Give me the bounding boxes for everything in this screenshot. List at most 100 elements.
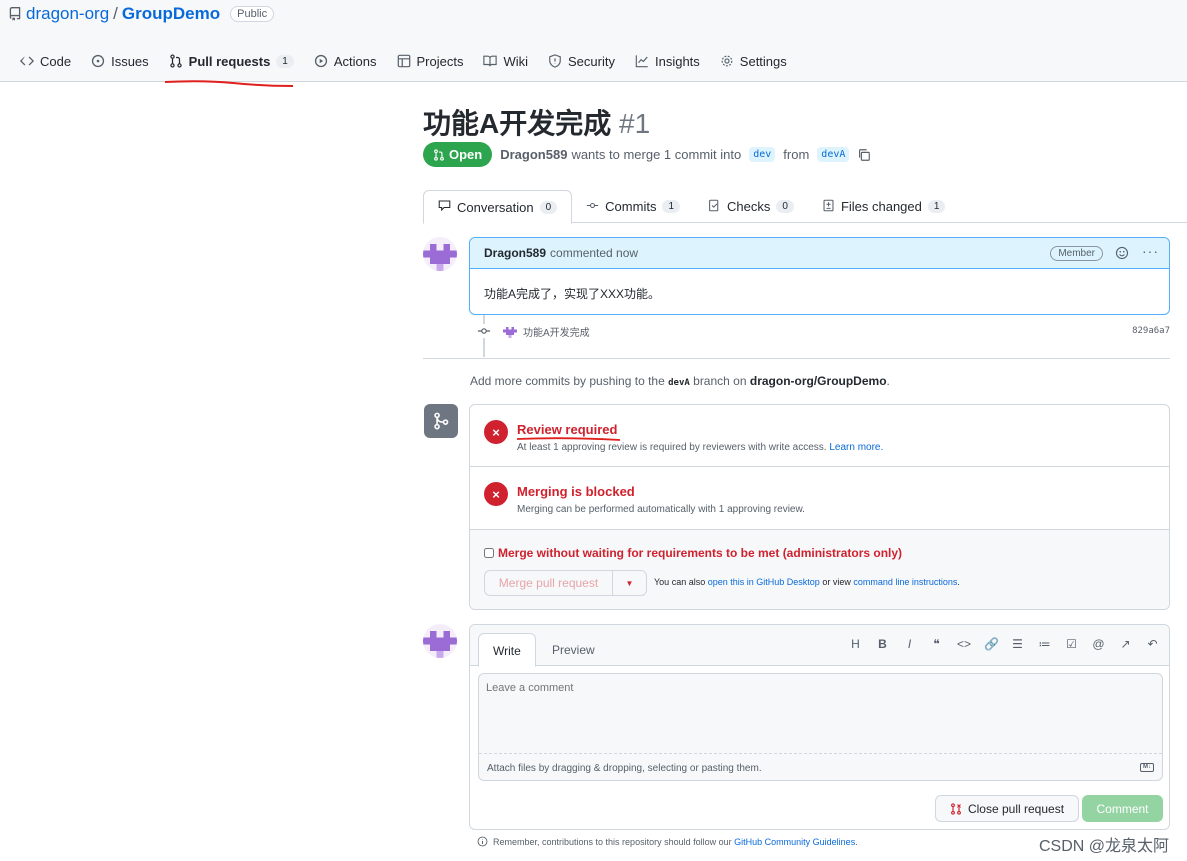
- repo-icon: [9, 7, 21, 21]
- copy-icon[interactable]: [857, 148, 871, 162]
- pr-author-link[interactable]: Dragon589: [500, 147, 567, 162]
- comment-button[interactable]: Comment: [1082, 795, 1163, 822]
- play-icon: [314, 54, 328, 68]
- markdown-icon: M↓: [1140, 763, 1154, 772]
- open-desktop-link[interactable]: open this in GitHub Desktop: [708, 577, 820, 587]
- tasklist-icon[interactable]: ☑: [1065, 637, 1078, 651]
- repo-name-link[interactable]: GroupDemo: [122, 4, 220, 24]
- nav-security[interactable]: Security: [538, 50, 625, 73]
- guidelines-suffix: .: [855, 836, 858, 847]
- nav-pull-requests-label: Pull requests: [188, 53, 271, 69]
- nav-projects[interactable]: Projects: [387, 50, 474, 73]
- tab-conversation-count: 0: [539, 200, 558, 214]
- also-suffix: .: [957, 577, 960, 587]
- community-guidelines-link[interactable]: GitHub Community Guidelines: [734, 837, 855, 847]
- code-icon[interactable]: <>: [957, 637, 971, 651]
- pr-title: 功能A开发完成 #1: [423, 102, 650, 142]
- push-note: Add more commits by pushing to the devA …: [470, 374, 890, 388]
- pull-request-closed-icon: [950, 802, 962, 815]
- comment-author-link[interactable]: Dragon589: [484, 246, 546, 260]
- gear-icon: [720, 54, 734, 68]
- quote-icon[interactable]: ❝: [930, 637, 943, 651]
- commit-author-avatar[interactable]: [503, 324, 517, 338]
- mention-icon[interactable]: @: [1092, 637, 1105, 651]
- head-branch[interactable]: devA: [817, 147, 850, 162]
- ordered-list-icon[interactable]: ≔: [1038, 637, 1051, 651]
- bypass-rules-text: Merge without waiting for requirements t…: [498, 546, 903, 560]
- comment-textarea[interactable]: [479, 674, 1162, 754]
- push-note-branch: devA: [668, 378, 690, 388]
- nav-issues[interactable]: Issues: [81, 50, 159, 73]
- commit-icon: [477, 324, 491, 338]
- shield-icon: [548, 54, 562, 68]
- cross-reference-icon[interactable]: ↗: [1119, 637, 1132, 651]
- close-pull-request-button[interactable]: Close pull request: [935, 795, 1079, 822]
- nav-code[interactable]: Code: [10, 50, 81, 73]
- link-icon[interactable]: 🔗: [984, 637, 999, 651]
- avatar[interactable]: [423, 624, 457, 658]
- table-icon: [397, 54, 411, 68]
- pr-merge-text: wants to merge 1 commit into: [571, 147, 742, 162]
- also-prefix: You can also: [654, 577, 706, 587]
- cli-instructions-link[interactable]: command line instructions: [853, 577, 957, 587]
- repo-owner-link[interactable]: dragon-org: [26, 4, 109, 24]
- commit-icon: [586, 199, 599, 215]
- comment-icon: [438, 199, 451, 215]
- git-merge-icon: [424, 404, 458, 438]
- comment-area: Attach files by dragging & dropping, sel…: [478, 673, 1163, 781]
- unordered-list-icon[interactable]: ☰: [1011, 637, 1024, 651]
- base-branch[interactable]: dev: [749, 147, 776, 162]
- push-note-suffix: .: [886, 374, 890, 388]
- composer-header: Write Preview H B I ❝ <> 🔗 ☰ ≔ ☑ @ ↗ ↶: [470, 625, 1169, 667]
- tab-checks-label: Checks: [727, 199, 771, 214]
- pr-from-text: from: [783, 147, 810, 162]
- handwritten-underline: [164, 80, 294, 87]
- tab-files-changed-label: Files changed: [840, 199, 922, 214]
- issue-icon: [91, 54, 105, 68]
- chevron-down-icon[interactable]: ▼: [613, 571, 646, 595]
- bold-icon[interactable]: B: [876, 637, 889, 651]
- push-note-middle: branch on: [693, 374, 747, 388]
- kebab-icon[interactable]: ···: [1142, 243, 1159, 259]
- watermark: CSDN @龙泉太阿: [1038, 838, 1169, 855]
- commit-message-link[interactable]: 功能A开发完成: [523, 324, 590, 339]
- merge-footer: Merge without waiting for requirements t…: [470, 530, 1169, 609]
- review-required-desc-text: At least 1 approving review is required …: [517, 442, 827, 453]
- preview-tab[interactable]: Preview: [538, 633, 609, 667]
- write-tab[interactable]: Write: [478, 633, 536, 667]
- pr-state-badge: Open: [423, 142, 493, 167]
- tab-commits-label: Commits: [605, 199, 657, 214]
- tab-checks[interactable]: Checks 0: [694, 190, 808, 223]
- pr-state-label: Open: [449, 147, 483, 162]
- review-required-item: × Review required At least 1 approving r…: [470, 405, 1169, 467]
- smiley-icon[interactable]: [1115, 246, 1129, 263]
- nav-settings[interactable]: Settings: [710, 50, 797, 73]
- nav-wiki-label: Wiki: [503, 53, 529, 69]
- tab-conversation[interactable]: Conversation 0: [423, 190, 573, 224]
- comment-time[interactable]: commented now: [550, 246, 638, 260]
- tab-commits[interactable]: Commits 1: [572, 190, 694, 223]
- learn-more-link[interactable]: Learn more.: [829, 442, 883, 453]
- pull-request-icon: [169, 54, 183, 68]
- merging-blocked-item: × Merging is blocked Merging can be perf…: [470, 468, 1169, 530]
- merging-blocked-desc: Merging can be performed automatically w…: [517, 504, 805, 515]
- avatar[interactable]: [423, 237, 457, 271]
- tab-files-changed[interactable]: Files changed 1: [808, 190, 960, 223]
- merge-box: × Review required At least 1 approving r…: [469, 404, 1170, 610]
- reply-icon[interactable]: ↶: [1146, 637, 1159, 651]
- italic-icon[interactable]: I: [903, 637, 916, 651]
- attach-files-hint[interactable]: Attach files by dragging & dropping, sel…: [487, 763, 762, 774]
- nav-actions[interactable]: Actions: [304, 50, 387, 73]
- tab-conversation-label: Conversation: [457, 199, 534, 215]
- nav-wiki[interactable]: Wiki: [473, 50, 538, 73]
- commit-sha-link[interactable]: 829a6a7: [1132, 326, 1170, 336]
- bypass-rules-checkbox[interactable]: [484, 548, 494, 558]
- guidelines-prefix: Remember, contributions to this reposito…: [493, 836, 732, 847]
- merge-button-group: Merge pull request ▼: [484, 570, 647, 596]
- nav-insights[interactable]: Insights: [625, 50, 710, 73]
- merge-pull-request-button[interactable]: Merge pull request: [485, 571, 613, 595]
- bypass-rules-label[interactable]: Merge without waiting for requirements t…: [484, 546, 902, 560]
- checklist-icon: [708, 199, 721, 215]
- nav-pull-requests[interactable]: Pull requests 1: [159, 50, 304, 73]
- heading-icon[interactable]: H: [849, 637, 862, 651]
